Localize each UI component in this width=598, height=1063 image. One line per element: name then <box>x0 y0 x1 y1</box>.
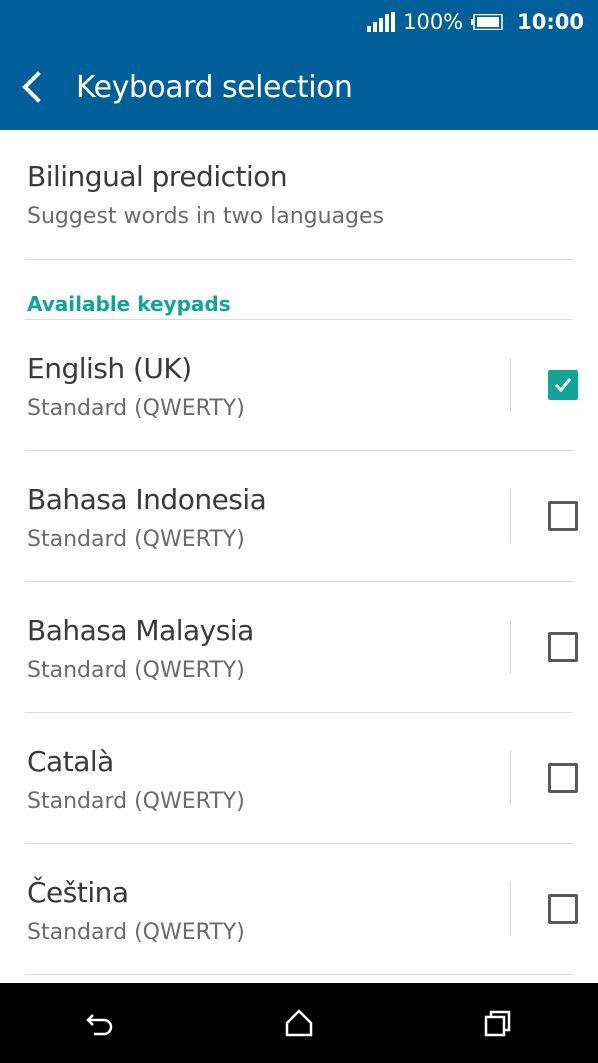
keypad-layout: Standard (QWERTY) <box>27 789 245 814</box>
nav-recent-button[interactable] <box>458 983 538 1063</box>
keypad-language: Bahasa Indonesia <box>27 483 267 516</box>
back-button[interactable] <box>20 56 80 118</box>
signal-icon <box>367 12 396 32</box>
keypad-checkbox[interactable] <box>548 370 578 400</box>
keypad-language: English (UK) <box>27 352 192 385</box>
navigation-bar <box>0 983 598 1063</box>
keypad-item[interactable]: Bahasa Malaysia Standard (QWERTY) <box>0 582 598 713</box>
vertical-separator <box>510 751 511 805</box>
recent-apps-icon <box>485 1010 511 1037</box>
keypad-language: Català <box>27 745 114 778</box>
keypad-checkbox[interactable] <box>548 894 578 924</box>
status-clock: 10:00 <box>517 10 584 34</box>
keypad-layout: Standard (QWERTY) <box>27 396 245 421</box>
vertical-separator <box>510 358 511 412</box>
keypad-item[interactable]: Čeština Standard (QWERTY) <box>0 844 598 975</box>
home-icon <box>285 1009 313 1037</box>
item-title: Bilingual prediction <box>27 160 288 193</box>
app-bar: 100% 10:00 Keyboard selection <box>0 0 598 130</box>
divider <box>25 974 573 975</box>
keypad-layout: Standard (QWERTY) <box>27 920 245 945</box>
battery-icon <box>471 14 503 30</box>
page-title: Keyboard selection <box>76 69 353 105</box>
keypad-checkbox[interactable] <box>548 763 578 793</box>
keypad-layout: Standard (QWERTY) <box>27 658 245 683</box>
back-icon <box>85 1014 112 1036</box>
vertical-separator <box>510 489 511 543</box>
toolbar: Keyboard selection <box>0 56 598 118</box>
keypad-checkbox[interactable] <box>548 501 578 531</box>
settings-list: Bilingual prediction Suggest words in tw… <box>0 130 598 975</box>
vertical-separator <box>510 882 511 936</box>
section-title: Available keypads <box>27 292 231 316</box>
chevron-left-icon <box>22 71 41 103</box>
section-header: Available keypads <box>0 260 598 320</box>
vertical-separator <box>510 620 511 674</box>
keypad-language: Bahasa Malaysia <box>27 614 254 647</box>
item-subtitle: Suggest words in two languages <box>27 204 384 229</box>
keypad-item[interactable]: Català Standard (QWERTY) <box>0 713 598 844</box>
bilingual-prediction-item[interactable]: Bilingual prediction Suggest words in tw… <box>0 130 598 260</box>
checkmark-icon <box>554 378 572 393</box>
nav-home-button[interactable] <box>259 983 339 1063</box>
keypad-item[interactable]: Bahasa Indonesia Standard (QWERTY) <box>0 451 598 582</box>
status-bar: 100% 10:00 <box>0 0 598 44</box>
battery-percent: 100% <box>403 10 464 34</box>
keypad-checkbox[interactable] <box>548 632 578 662</box>
keypad-layout: Standard (QWERTY) <box>27 527 245 552</box>
keypad-item[interactable]: English (UK) Standard (QWERTY) <box>0 320 598 451</box>
nav-back-button[interactable] <box>60 983 140 1063</box>
keypad-language: Čeština <box>27 876 129 909</box>
